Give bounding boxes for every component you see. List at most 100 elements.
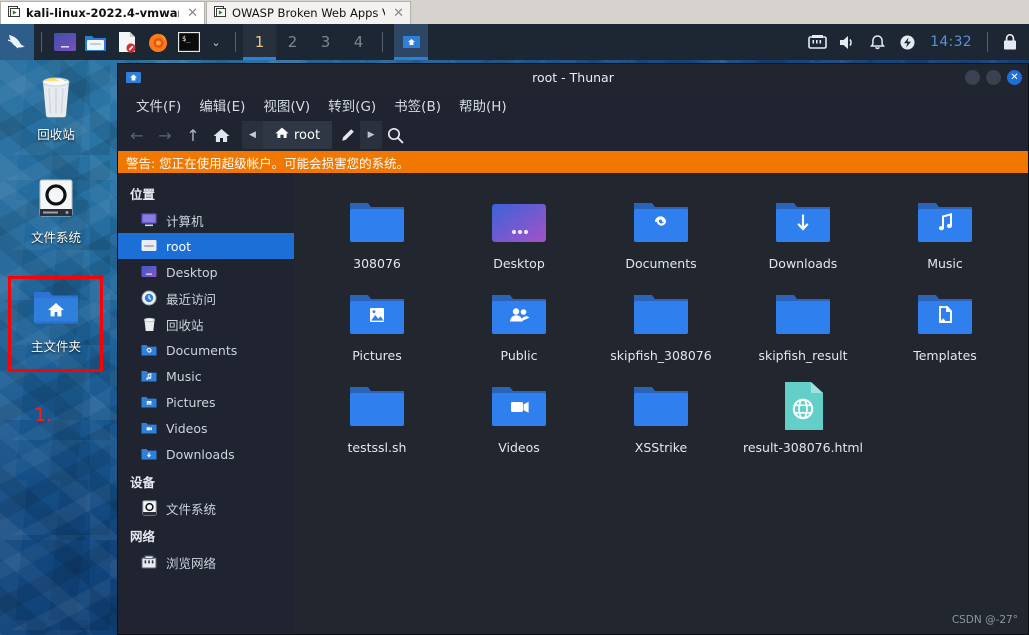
sidebar-item-music[interactable]: Music bbox=[118, 363, 294, 389]
thunar-window: root - Thunar ✕ 文件(F) 编辑(E) 视图(V) 转到(G) … bbox=[117, 63, 1029, 635]
file-item[interactable]: XSStrike bbox=[590, 371, 732, 463]
desktop-icon-home[interactable]: 主文件夹 bbox=[8, 282, 104, 355]
maximize-button[interactable] bbox=[986, 70, 1001, 85]
menu-go[interactable]: 转到(G) bbox=[320, 92, 384, 118]
file-item-label: XSStrike bbox=[634, 440, 688, 455]
home-icon[interactable] bbox=[208, 122, 234, 148]
file-item[interactable]: Desktop bbox=[448, 187, 590, 279]
thunar-window-button[interactable] bbox=[394, 24, 428, 60]
volume-icon[interactable] bbox=[832, 24, 862, 60]
home-folder-icon bbox=[8, 282, 104, 332]
home-icon bbox=[275, 127, 289, 143]
desktop-icon-filesystem[interactable]: 文件系统 bbox=[8, 173, 104, 246]
folder-videos-icon bbox=[448, 381, 590, 431]
vmware-tab-owasp[interactable]: OWASP Broken Web Apps VM… ✕ bbox=[206, 1, 411, 24]
file-item[interactable]: Documents bbox=[590, 187, 732, 279]
breadcrumb-scroll-left[interactable]: ◀ bbox=[242, 121, 263, 149]
kali-dragon-logo[interactable] bbox=[0, 24, 34, 60]
folder-public-icon bbox=[448, 289, 590, 339]
sidebar-item-label: 最近访问 bbox=[166, 291, 217, 307]
terminal-emulator-launcher[interactable] bbox=[49, 24, 80, 60]
workspace-2[interactable]: 2 bbox=[276, 24, 309, 60]
file-item[interactable]: Public bbox=[448, 279, 590, 371]
search-icon[interactable] bbox=[382, 121, 408, 149]
file-item[interactable]: Videos bbox=[448, 371, 590, 463]
file-item[interactable]: skipfish_result bbox=[732, 279, 874, 371]
desktop-icon-label: 回收站 bbox=[37, 127, 75, 142]
recent-clock-icon bbox=[140, 290, 158, 306]
up-button[interactable]: ↑ bbox=[180, 122, 206, 148]
taskbar-panel: $_ ⌄ 1 2 3 4 14:32 bbox=[0, 24, 1029, 60]
desktop-icon-trash[interactable]: 回收站 bbox=[8, 70, 104, 143]
window-title: root - Thunar bbox=[532, 70, 614, 85]
file-item[interactable]: 308076 bbox=[306, 187, 448, 279]
file-manager-launcher[interactable] bbox=[80, 24, 111, 60]
breadcrumb-scroll-right[interactable]: ▶ bbox=[360, 121, 383, 149]
file-item-label: Music bbox=[927, 256, 963, 271]
sidebar-item-label: root bbox=[166, 238, 192, 254]
workspace-3[interactable]: 3 bbox=[309, 24, 342, 60]
sidebar-item-documents[interactable]: Documents bbox=[118, 337, 294, 363]
pencil-icon[interactable] bbox=[334, 121, 360, 149]
menu-bookmarks[interactable]: 书签(B) bbox=[386, 92, 449, 118]
file-item-label: Public bbox=[500, 348, 538, 363]
sidebar-item-pictures[interactable]: Pictures bbox=[118, 389, 294, 415]
terminal-launcher[interactable]: $_ bbox=[173, 24, 204, 60]
pictures-folder-icon bbox=[140, 394, 158, 410]
window-body: 位置 计算机 root Desktop 最近访问 回收站 Documents M… bbox=[118, 173, 1028, 634]
close-icon[interactable]: ✕ bbox=[393, 6, 404, 21]
power-icon[interactable] bbox=[892, 24, 922, 60]
forward-button[interactable]: → bbox=[152, 122, 178, 148]
music-folder-icon bbox=[140, 368, 158, 384]
trash-icon bbox=[8, 70, 104, 120]
sidebar-item-root[interactable]: root bbox=[118, 233, 294, 259]
sidebar-item-videos[interactable]: Videos bbox=[118, 415, 294, 441]
vmware-tab-strip: kali-linux-2022.4-vmware… ✕ OWASP Broken… bbox=[0, 0, 1029, 24]
file-item-label: skipfish_result bbox=[758, 348, 848, 363]
file-item[interactable]: result-308076.html bbox=[732, 371, 874, 463]
breadcrumb: ◀ root bbox=[242, 121, 333, 149]
menu-help[interactable]: 帮助(H) bbox=[451, 92, 515, 118]
chevron-down-icon[interactable]: ⌄ bbox=[204, 24, 228, 60]
sidebar-item-label: 文件系统 bbox=[166, 501, 217, 517]
close-icon[interactable]: ✕ bbox=[187, 6, 198, 21]
sidebar-item-filesystem[interactable]: 文件系统 bbox=[118, 495, 294, 521]
back-button[interactable]: ← bbox=[124, 122, 150, 148]
sidebar-item-label: Music bbox=[166, 368, 202, 384]
file-view[interactable]: 308076 Desktop Documents Downloads Music… bbox=[294, 173, 1028, 634]
clock[interactable]: 14:32 bbox=[922, 34, 980, 50]
folder-plain-icon bbox=[590, 289, 732, 339]
sidebar-item-desktop[interactable]: Desktop bbox=[118, 259, 294, 285]
file-item[interactable]: Templates bbox=[874, 279, 1016, 371]
close-button[interactable]: ✕ bbox=[1007, 70, 1022, 85]
workspace-1[interactable]: 1 bbox=[243, 24, 276, 60]
sidebar-item-computer[interactable]: 计算机 bbox=[118, 207, 294, 233]
workspace-4[interactable]: 4 bbox=[342, 24, 375, 60]
network-icon[interactable] bbox=[802, 24, 832, 60]
text-editor-launcher[interactable] bbox=[111, 24, 142, 60]
file-item[interactable]: skipfish_308076 bbox=[590, 279, 732, 371]
file-item[interactable]: testssl.sh bbox=[306, 371, 448, 463]
sidebar-item-label: Videos bbox=[166, 420, 208, 436]
minimize-button[interactable] bbox=[965, 70, 980, 85]
window-titlebar[interactable]: root - Thunar ✕ bbox=[118, 64, 1028, 91]
file-item[interactable]: Music bbox=[874, 187, 1016, 279]
breadcrumb-item-root[interactable]: root bbox=[263, 121, 333, 149]
sidebar-item-downloads[interactable]: Downloads bbox=[118, 441, 294, 467]
sidebar-item-browse-network[interactable]: 浏览网络 bbox=[118, 549, 294, 575]
menu-view[interactable]: 视图(V) bbox=[255, 92, 318, 118]
firefox-launcher[interactable] bbox=[142, 24, 173, 60]
vmware-tab-kali[interactable]: kali-linux-2022.4-vmware… ✕ bbox=[0, 1, 205, 24]
sidebar-item-trash[interactable]: 回收站 bbox=[118, 311, 294, 337]
navigation-toolbar: ← → ↑ ◀ root ▶ bbox=[118, 119, 1028, 151]
file-item[interactable]: Downloads bbox=[732, 187, 874, 279]
html-file-icon bbox=[732, 381, 874, 431]
workspace-switcher: 1 2 3 4 bbox=[243, 24, 375, 60]
menu-file[interactable]: 文件(F) bbox=[128, 92, 189, 118]
sidebar-item-recent[interactable]: 最近访问 bbox=[118, 285, 294, 311]
menu-edit[interactable]: 编辑(E) bbox=[191, 92, 253, 118]
lock-icon[interactable] bbox=[995, 24, 1025, 60]
file-item[interactable]: Pictures bbox=[306, 279, 448, 371]
documents-folder-icon bbox=[140, 342, 158, 358]
notification-bell-icon[interactable] bbox=[862, 24, 892, 60]
